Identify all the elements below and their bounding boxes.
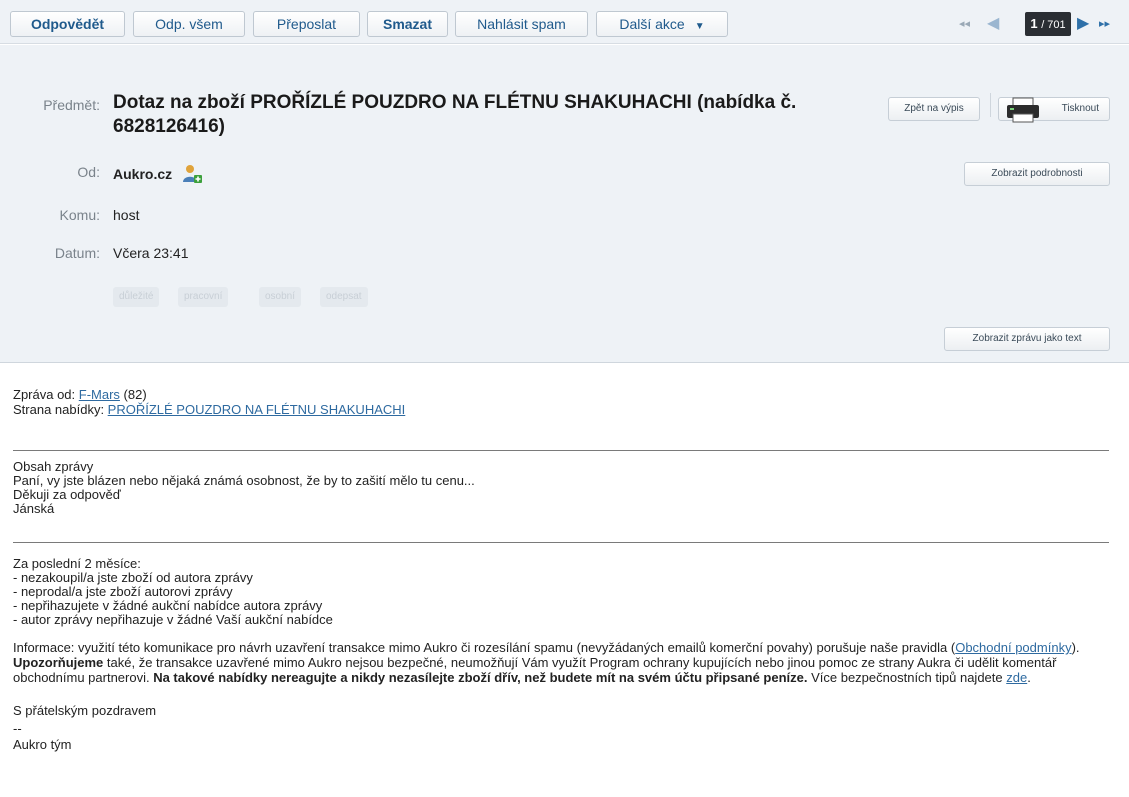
chevron-down-icon: ▼: [694, 21, 705, 32]
tag-reply[interactable]: odepsat: [320, 287, 368, 307]
terms-link[interactable]: Obchodní podmínky: [955, 640, 1071, 655]
page-indicator: 1 / 701: [1025, 12, 1071, 36]
content-line: Děkuji za odpověď: [13, 487, 121, 502]
report-spam-button[interactable]: Nahlásit spam: [455, 11, 588, 37]
history-line: - nezakoupil/a jste zboží od autora zprá…: [13, 570, 253, 585]
to-value: host: [113, 207, 140, 223]
history-line: - nepřihazujete v žádné aukční nabídce a…: [13, 598, 323, 613]
from-sender: Aukro.cz: [113, 166, 173, 182]
message-toolbar: Odpovědět Odp. všem Přeposlat Smazat Nah…: [0, 0, 1129, 44]
offer-line: Strana nabídky: PROŘÍZLÉ POUZDRO NA FLÉT…: [13, 403, 405, 417]
from-label: Od:: [77, 164, 100, 180]
signature-team: Aukro tým: [13, 737, 72, 752]
add-contact-icon[interactable]: [182, 164, 203, 184]
content-line: Jánská: [13, 501, 55, 516]
subject-text: Dotaz na zboží PROŘÍZLÉ POUZDRO NA FLÉTN…: [113, 92, 797, 137]
info-bold: Upozorňujeme: [13, 655, 104, 670]
info-text: Informace: využití této komunikace pro n…: [13, 640, 956, 655]
first-page-icon[interactable]: ◂◂: [959, 17, 970, 30]
content-heading: Obsah zprávy: [13, 459, 94, 474]
print-label: Tisknout: [1061, 103, 1099, 114]
message-header: Předmět: Dotaz na zboží PROŘÍZLÉ POUZDRO…: [0, 45, 1129, 363]
back-to-list-button[interactable]: Zpět na výpis: [888, 97, 980, 121]
reply-all-button[interactable]: Odp. všem: [133, 11, 245, 37]
divider: [990, 93, 991, 117]
next-page-icon[interactable]: ▶: [1077, 13, 1089, 32]
offer-prefix: Strana nabídky:: [13, 402, 108, 417]
history-line: - neprodal/a jste zboží autorovi zprávy: [13, 584, 233, 599]
info-text: ).: [1071, 640, 1080, 655]
info-bold: Na takové nabídky nereagujte a nikdy nez…: [153, 670, 808, 685]
to-label: Komu:: [59, 207, 100, 223]
show-as-text-button[interactable]: Zobrazit zprávu jako text: [944, 327, 1110, 351]
previous-page-icon[interactable]: ◀: [987, 13, 999, 32]
more-actions-button[interactable]: Další akce ▼: [596, 11, 728, 37]
show-details-button[interactable]: Zobrazit podrobnosti: [964, 162, 1110, 186]
offer-link[interactable]: PROŘÍZLÉ POUZDRO NA FLÉTNU SHAKUHACHI: [108, 402, 406, 417]
tag-work[interactable]: pracovní: [178, 287, 229, 307]
info-text: .: [1027, 670, 1031, 685]
page-total: / 701: [1041, 19, 1066, 31]
print-button[interactable]: Tisknout: [998, 97, 1110, 123]
history-line: - autor zprávy nepřihazuje v žádné Vaší …: [13, 612, 333, 627]
divider: [13, 542, 1109, 543]
sender-link[interactable]: F-Mars: [79, 387, 120, 402]
forward-button[interactable]: Přeposlat: [253, 11, 360, 37]
security-tips-link[interactable]: zde: [1006, 670, 1027, 685]
sender-rating: (82): [119, 387, 147, 402]
subject-label: Předmět:: [43, 97, 100, 113]
tag-important[interactable]: důležité: [113, 287, 160, 307]
page-current: 1: [1030, 16, 1038, 31]
message-from-line: Zpráva od: F-Mars (82): [13, 388, 147, 402]
printer-icon: [1007, 97, 1039, 123]
divider: [13, 450, 1109, 451]
tag-personal[interactable]: osobní: [259, 287, 302, 307]
reply-button[interactable]: Odpovědět: [10, 11, 125, 37]
info-paragraph: Informace: využití této komunikace pro n…: [13, 640, 1113, 685]
date-value: Včera 23:41: [113, 245, 189, 261]
more-actions-label: Další akce: [619, 16, 685, 32]
signature-separator: --: [13, 721, 22, 736]
content-line: Paní, vy jste blázen nebo nějaká známá o…: [13, 473, 475, 488]
from-value: Aukro.cz: [113, 164, 203, 184]
greeting: S přátelským pozdravem: [13, 703, 157, 718]
date-label: Datum:: [54, 245, 100, 261]
delete-button[interactable]: Smazat: [367, 11, 448, 37]
info-text: Více bezpečnostních tipů najdete: [807, 670, 1007, 685]
message-from-prefix: Zpráva od:: [13, 387, 79, 402]
last-page-icon[interactable]: ▸▸: [1099, 17, 1110, 30]
history-heading: Za poslední 2 měsíce:: [13, 556, 141, 571]
